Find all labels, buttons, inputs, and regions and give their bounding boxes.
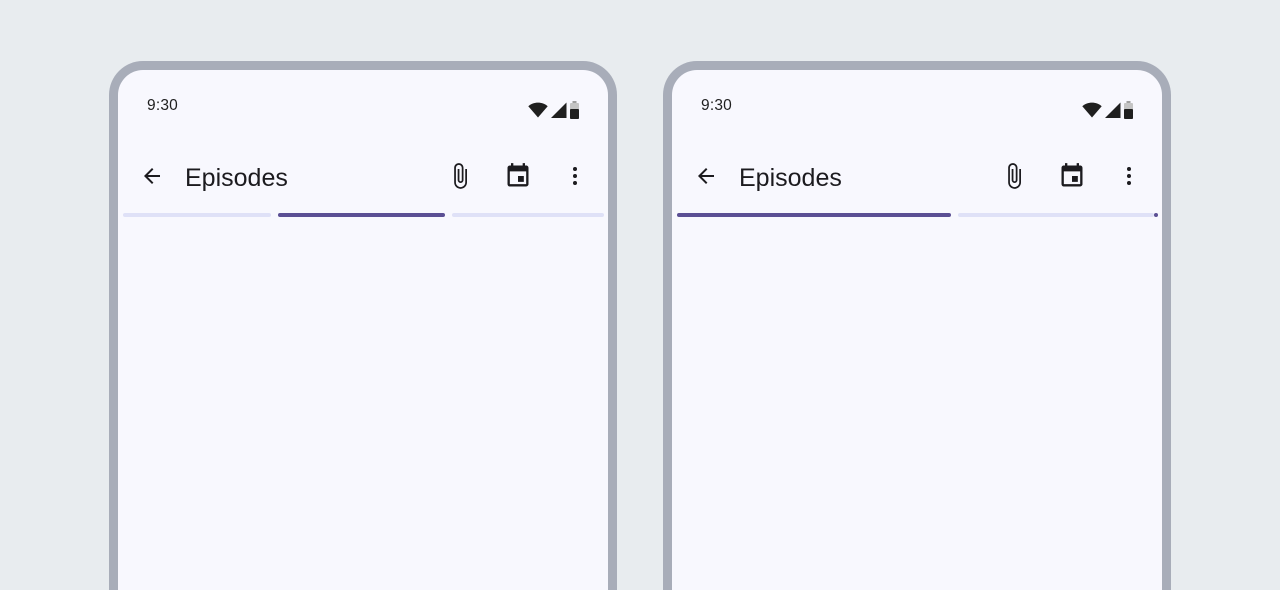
attach-icon: [1000, 162, 1028, 195]
calendar-event-icon: [504, 162, 532, 195]
attach-icon: [446, 162, 474, 195]
top-app-bar: Episodes: [118, 146, 608, 210]
arrow-back-icon: [140, 164, 164, 193]
progress-track: [958, 213, 1154, 217]
progress-segment-1: [123, 213, 271, 217]
attach-button[interactable]: [440, 158, 480, 198]
more-options-button[interactable]: [555, 158, 595, 198]
cellular-signal-icon: [550, 102, 567, 118]
calendar-event-icon: [1058, 162, 1086, 195]
battery-icon: [1123, 101, 1134, 119]
linear-progress-indicator: [672, 213, 1162, 217]
more-vert-icon: [1117, 164, 1141, 193]
status-bar: 9:30: [118, 70, 608, 146]
phone-screen-linear: 9:30 Episodes: [663, 61, 1171, 590]
arrow-back-icon: [694, 164, 718, 193]
cellular-signal-icon: [1104, 102, 1121, 118]
progress-segment-2-active: [278, 213, 445, 217]
progress-segment-3: [452, 213, 604, 217]
progress-stop-indicator: [1154, 213, 1158, 217]
wifi-icon: [528, 102, 548, 118]
calendar-button[interactable]: [1052, 158, 1092, 198]
more-vert-icon: [563, 164, 587, 193]
status-time: 9:30: [701, 97, 732, 114]
attach-button[interactable]: [994, 158, 1034, 198]
status-icons: [1082, 100, 1134, 120]
battery-icon: [569, 101, 580, 119]
phone-screen-segmented: 9:30 Episodes: [109, 61, 617, 590]
status-icons: [528, 100, 580, 120]
more-options-button[interactable]: [1109, 158, 1149, 198]
status-bar: 9:30: [672, 70, 1162, 146]
status-time: 9:30: [147, 97, 178, 114]
top-app-bar: Episodes: [672, 146, 1162, 210]
app-bar-title: Episodes: [739, 164, 842, 192]
wifi-icon: [1082, 102, 1102, 118]
back-button[interactable]: [132, 158, 172, 198]
progress-active-indicator: [677, 213, 951, 217]
app-bar-title: Episodes: [185, 164, 288, 192]
back-button[interactable]: [686, 158, 726, 198]
segmented-progress-indicator: [118, 213, 608, 217]
calendar-button[interactable]: [498, 158, 538, 198]
